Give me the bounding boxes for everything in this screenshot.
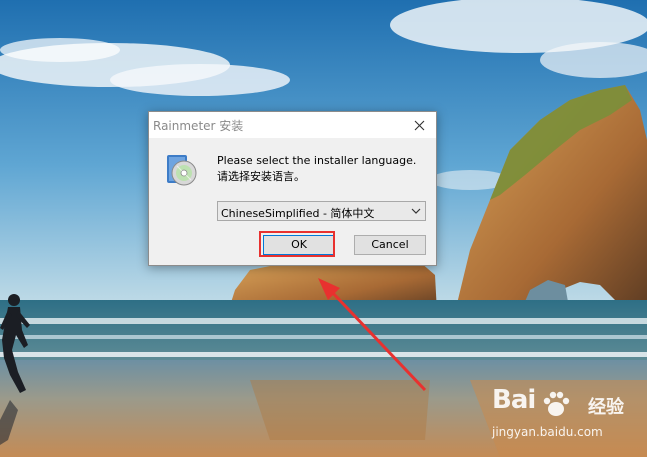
baidu-jingyan-watermark: Bai 经验 jingyan.baidu.com xyxy=(492,385,642,445)
watermark-jingyan-text: 经验 xyxy=(588,397,624,418)
baidu-paw-icon xyxy=(543,391,570,416)
watermark-logo-text: Bai xyxy=(492,385,536,415)
watermark-url: jingyan.baidu.com xyxy=(492,425,603,439)
